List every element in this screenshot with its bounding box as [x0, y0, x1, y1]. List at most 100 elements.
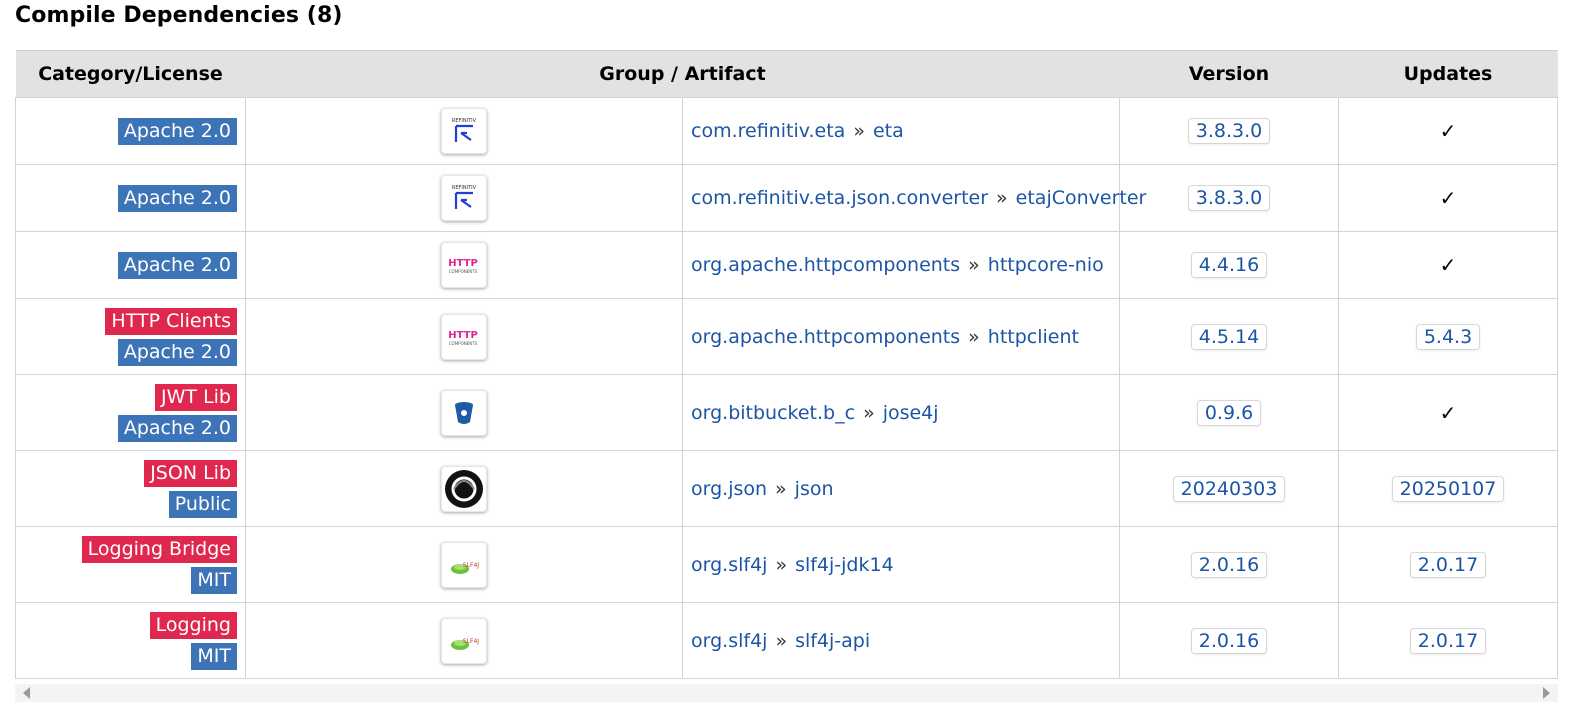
group-artifact-cell: com.refinitiv.eta » eta — [682, 97, 1120, 165]
artifact-icon-cell — [245, 374, 683, 451]
updates-cell: ✓ — [1338, 97, 1558, 165]
group-link[interactable]: org.apache.httpcomponents — [691, 326, 960, 348]
svg-text:HTTP: HTTP — [448, 258, 478, 269]
license-badge[interactable]: MIT — [191, 566, 237, 594]
update-version-link[interactable]: 2.0.17 — [1409, 627, 1487, 654]
artifact-link[interactable]: slf4j-jdk14 — [795, 554, 894, 576]
category-license-cell: Logging Bridge MIT — [15, 526, 246, 603]
version-cell: 3.8.3.0 — [1119, 97, 1339, 165]
artifact-link[interactable]: httpclient — [988, 326, 1079, 348]
dependencies-section: Compile Dependencies (8) Category/Licens… — [0, 0, 1577, 710]
slf4j-logo-icon[interactable]: SLF4J — [441, 617, 487, 664]
svg-text:COMPONENTS: COMPONENTS — [449, 341, 478, 346]
group-link[interactable]: org.slf4j — [691, 554, 767, 576]
svg-text:HTTP: HTTP — [448, 330, 478, 341]
artifact-icon-cell: REFINITIV — [245, 164, 683, 232]
category-license-cell: Logging MIT — [15, 602, 246, 679]
license-badge[interactable]: Apache 2.0 — [117, 117, 237, 145]
update-version-link[interactable]: 5.4.3 — [1415, 323, 1481, 350]
artifact-link[interactable]: jose4j — [883, 402, 939, 424]
group-artifact-cell: org.apache.httpcomponents » httpcore-nio — [682, 231, 1120, 299]
category-badge[interactable]: Logging — [149, 611, 237, 639]
license-badge[interactable]: Apache 2.0 — [117, 414, 237, 442]
artifact-icon-cell: SLF4J — [245, 602, 683, 679]
separator: » — [775, 553, 788, 576]
table-row: JSON Lib Public org.json » json 20240303 20250… — [15, 450, 1558, 527]
group-link[interactable]: org.json — [691, 478, 767, 500]
svg-text:REFINITIV: REFINITIV — [452, 118, 477, 124]
updates-cell: ✓ — [1338, 164, 1558, 232]
artifact-icon-cell — [245, 450, 683, 527]
updates-cell: ✓ — [1338, 374, 1558, 451]
artifact-link[interactable]: slf4j-api — [795, 630, 870, 652]
license-badge[interactable]: Apache 2.0 — [117, 338, 237, 366]
license-badge[interactable]: MIT — [191, 642, 237, 670]
separator: » — [775, 629, 788, 652]
httpcomponents-logo-icon[interactable]: HTTP COMPONENTS — [441, 242, 487, 288]
separator: » — [968, 254, 980, 276]
version-link[interactable]: 4.5.14 — [1190, 323, 1268, 350]
category-badge[interactable]: JWT Lib — [155, 383, 237, 411]
group-link[interactable]: com.refinitiv.eta.json.converter — [691, 187, 988, 209]
version-link[interactable]: 2.0.16 — [1190, 627, 1268, 654]
update-version-link[interactable]: 2.0.17 — [1409, 551, 1487, 578]
version-link[interactable]: 3.8.3.0 — [1187, 118, 1271, 144]
json-logo-icon[interactable] — [441, 465, 487, 512]
license-badge[interactable]: Apache 2.0 — [117, 184, 237, 212]
refinitiv-logo-icon[interactable]: REFINITIV — [441, 175, 487, 221]
category-license-cell: JSON Lib Public — [15, 450, 246, 527]
version-cell: 3.8.3.0 — [1119, 164, 1339, 232]
svg-text:SLF4J: SLF4J — [463, 638, 479, 645]
up-to-date-check-icon: ✓ — [1439, 253, 1457, 277]
artifact-link[interactable]: eta — [873, 120, 904, 142]
scroll-left-arrow-icon[interactable] — [23, 687, 30, 699]
group-artifact-cell: com.refinitiv.eta.json.converter » etajCon… — [682, 164, 1146, 232]
refinitiv-logo-icon[interactable]: REFINITIV — [441, 108, 487, 154]
category-license-cell: JWT Lib Apache 2.0 — [15, 374, 246, 451]
table-row: Logging Bridge MIT SLF4J org.slf4j » slf4j-jd… — [15, 526, 1558, 603]
bitbucket-logo-icon[interactable] — [441, 389, 487, 436]
group-artifact-cell: org.slf4j » slf4j-jdk14 — [682, 526, 1120, 603]
scroll-right-arrow-icon[interactable] — [1543, 687, 1550, 699]
group-link[interactable]: org.bitbucket.b_c — [691, 402, 855, 424]
table-row: HTTP Clients Apache 2.0 HTTP COMPONENTS org.… — [15, 298, 1558, 375]
version-link[interactable]: 3.8.3.0 — [1187, 185, 1271, 211]
group-link[interactable]: org.apache.httpcomponents — [691, 254, 960, 276]
dependencies-table: Category/License Group / Artifact Versio… — [15, 50, 1558, 679]
artifact-icon-cell: REFINITIV — [245, 97, 683, 165]
table-row: Logging MIT SLF4J org.slf4j » slf4j-api 2.0.16… — [15, 602, 1558, 679]
section-title: Compile Dependencies (8) — [15, 3, 343, 28]
artifact-icon-cell: SLF4J — [245, 526, 683, 603]
horizontal-scrollbar[interactable] — [15, 684, 1558, 702]
artifact-link[interactable]: etajConverter — [1016, 187, 1147, 209]
updates-cell: 20250107 — [1338, 450, 1558, 527]
group-link[interactable]: org.slf4j — [691, 630, 767, 652]
slf4j-logo-icon[interactable]: SLF4J — [441, 541, 487, 588]
version-cell: 0.9.6 — [1119, 374, 1339, 451]
category-badge[interactable]: JSON Lib — [144, 459, 237, 487]
header-updates: Updates — [1338, 50, 1558, 98]
version-link[interactable]: 0.9.6 — [1196, 399, 1262, 426]
artifact-link[interactable]: httpcore-nio — [988, 254, 1104, 276]
group-artifact-cell: org.slf4j » slf4j-api — [682, 602, 1120, 679]
category-badge[interactable]: HTTP Clients — [105, 307, 237, 335]
table-row: Apache 2.0 REFINITIV com.refinitiv.eta.jso… — [15, 164, 1558, 232]
update-version-link[interactable]: 20250107 — [1391, 475, 1505, 502]
version-link[interactable]: 4.4.16 — [1190, 252, 1268, 278]
table-row: Apache 2.0 REFINITIV com.refinitiv.eta » eta… — [15, 97, 1558, 165]
artifact-link[interactable]: json — [795, 478, 834, 500]
updates-cell: ✓ — [1338, 231, 1558, 299]
group-link[interactable]: com.refinitiv.eta — [691, 120, 845, 142]
category-badge[interactable]: Logging Bridge — [81, 535, 237, 563]
table-row: JWT Lib Apache 2.0 org.bitbucket.b_c » jose4… — [15, 374, 1558, 451]
version-cell: 4.5.14 — [1119, 298, 1339, 375]
version-link[interactable]: 20240303 — [1172, 475, 1286, 502]
up-to-date-check-icon: ✓ — [1439, 186, 1457, 210]
version-link[interactable]: 2.0.16 — [1190, 551, 1268, 578]
svg-text:COMPONENTS: COMPONENTS — [449, 269, 478, 274]
group-artifact-cell: org.json » json — [682, 450, 1120, 527]
license-badge[interactable]: Apache 2.0 — [117, 251, 237, 279]
httpcomponents-logo-icon[interactable]: HTTP COMPONENTS — [441, 313, 487, 360]
svg-text:REFINITIV: REFINITIV — [452, 185, 477, 191]
license-badge[interactable]: Public — [168, 490, 237, 518]
